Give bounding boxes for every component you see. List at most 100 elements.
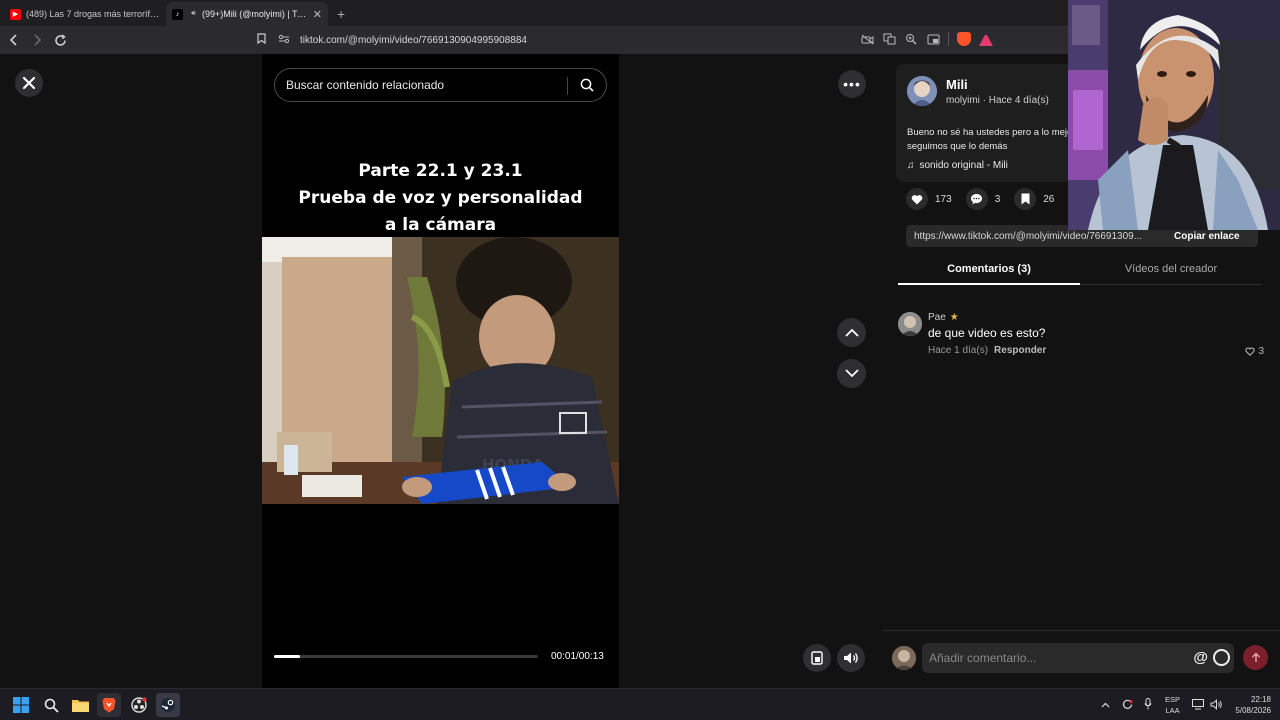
network-icon (1192, 698, 1206, 712)
comment-item: Pae ★ de que video es esto? Hace 1 día(s… (898, 312, 1264, 360)
mention-icon[interactable]: @ (1193, 649, 1208, 666)
reload-icon[interactable] (50, 30, 70, 50)
address-bar-actions (860, 32, 993, 46)
tiktok-icon: ♪ (172, 8, 183, 20)
url-text: tiktok.com/@molyimi/video/76691309049959… (300, 34, 527, 46)
comment-like-button[interactable]: 3 (1245, 346, 1264, 357)
comment-text: de que video es esto? (928, 326, 1046, 340)
site-info-icon[interactable] (278, 34, 294, 47)
previous-video-button[interactable] (837, 318, 866, 347)
picture-in-picture-icon[interactable] (926, 32, 940, 46)
floating-player-button[interactable] (803, 644, 831, 672)
zoom-icon[interactable] (904, 32, 918, 46)
windows-start-icon[interactable] (9, 693, 33, 717)
comment-icon (965, 188, 988, 210)
close-tab-icon[interactable]: ✕ (313, 8, 322, 21)
tab-title: (489) Las 7 drogas más terroríficas del (26, 9, 160, 19)
taskbar-clock[interactable]: 22:18 5/08/2026 (1229, 694, 1271, 716)
divider (882, 630, 1280, 631)
obs-icon[interactable] (127, 693, 151, 717)
volume-button[interactable] (837, 644, 865, 672)
more-options-button[interactable]: ••• (838, 70, 866, 98)
engagement-stats: 173 3 26 (906, 188, 1068, 210)
comment-footer: Hace 1 día(s) Responder (928, 345, 1046, 356)
bookmark-icon (1014, 188, 1037, 210)
quick-settings[interactable] (1192, 689, 1226, 720)
comment-time: Hace 1 día(s) (928, 345, 989, 356)
forward-icon[interactable] (27, 30, 47, 50)
translate-icon[interactable] (882, 32, 896, 46)
search-icon[interactable] (580, 78, 594, 92)
save-button[interactable]: 26 (1014, 188, 1054, 210)
search-placeholder: Buscar contenido relacionado (286, 78, 445, 92)
browser-tab-tiktok[interactable]: ♪ 🔊︎ (99+)Mili (@molyimi) | TikTok ✕ (166, 2, 328, 26)
chevron-down-icon (844, 369, 859, 378)
keyboard-language[interactable]: ESP LAA (1165, 694, 1180, 716)
divider (567, 77, 568, 95)
creator-meta: molyimi · Hace 4 día(s) (946, 95, 1049, 106)
creator-avatar[interactable] (907, 76, 937, 106)
new-tab-button[interactable]: + (328, 2, 354, 26)
microphone-icon[interactable] (1139, 698, 1157, 712)
video-progress-fill (274, 655, 301, 658)
video-link[interactable]: https://www.tiktok.com/@molyimi/video/76… (914, 231, 1166, 242)
speaker-icon[interactable]: 🔊︎ (188, 9, 199, 20)
like-count: 173 (935, 193, 952, 205)
tab-creator-videos[interactable]: Vídeos del creador (1080, 258, 1262, 284)
emoji-icon[interactable] (1213, 649, 1230, 666)
file-explorer-icon[interactable] (68, 693, 92, 717)
my-avatar (892, 646, 916, 670)
sound-link[interactable]: ♫ sonido original - Mili (907, 160, 1008, 171)
brave-browser-icon[interactable] (97, 693, 121, 717)
chevron-up-icon (844, 328, 859, 337)
video-caption-overlay: Parte 22.1 y 23.1 Prueba de voz y person… (262, 158, 619, 239)
caption-line: Prueba de voz y personalidad (298, 188, 583, 208)
brave-shields-icon[interactable] (957, 32, 971, 46)
star-badge-icon: ★ (949, 312, 959, 323)
creator-name[interactable]: Mili (946, 77, 968, 92)
reply-button[interactable]: Responder (994, 345, 1046, 356)
sync-icon[interactable] (1118, 699, 1136, 712)
divider (948, 32, 949, 46)
speaker-icon (1210, 698, 1226, 712)
tab-comments[interactable]: Comentarios (3) (898, 258, 1080, 285)
next-video-button[interactable] (837, 359, 866, 388)
chevron-up-icon[interactable] (1098, 701, 1112, 710)
windows-taskbar: ESP LAA 22:18 5/08/2026 (0, 688, 1280, 720)
browser-tab-youtube[interactable]: ▶ (489) Las 7 drogas más terroríficas de… (4, 2, 166, 26)
mini-player-icon (811, 651, 823, 665)
search-icon[interactable] (39, 693, 63, 717)
post-comment-button[interactable] (1243, 645, 1268, 670)
video-frame: HONDA (262, 237, 619, 504)
comment-button[interactable]: 3 (965, 188, 1001, 210)
panel-tabs: Comentarios (3) Vídeos del creador (898, 258, 1262, 285)
tab-title: (99+)Mili (@molyimi) | TikTok (202, 9, 308, 19)
youtube-icon: ▶ (10, 8, 21, 20)
comment-like-count: 3 (1258, 346, 1264, 357)
brave-rewards-icon[interactable] (979, 32, 993, 46)
commenter-avatar[interactable] (898, 312, 922, 336)
heart-icon (906, 188, 928, 210)
bookmark-icon[interactable] (252, 33, 270, 47)
video-progress-bar[interactable] (274, 655, 538, 658)
like-button[interactable]: 173 (906, 188, 952, 210)
caption-line: Parte 22.1 y 23.1 (358, 161, 523, 181)
back-icon[interactable] (4, 30, 24, 50)
webcam-overlay (1068, 0, 1280, 230)
close-video-button[interactable] (15, 69, 43, 97)
arrow-up-icon (1251, 652, 1260, 662)
video-timecode: 00:01/00:13 (551, 651, 604, 662)
camera-blocked-icon[interactable] (860, 32, 874, 46)
system-tray (1098, 689, 1157, 720)
related-search-input[interactable]: Buscar contenido relacionado (274, 68, 607, 102)
save-count: 26 (1043, 193, 1055, 205)
comment-count: 3 (994, 193, 1001, 205)
volume-icon (844, 652, 858, 664)
video-player[interactable]: Buscar contenido relacionado Parte 22.1 … (262, 54, 619, 688)
steam-icon[interactable] (156, 693, 180, 717)
sound-name: sonido original - Mili (919, 160, 1008, 171)
commenter-name[interactable]: Pae ★ (928, 312, 959, 323)
comment-input[interactable]: Añadir comentario... @ (922, 643, 1234, 673)
caption-line: a la cámara (384, 215, 497, 235)
copy-link-button[interactable]: Copiar enlace (1174, 231, 1240, 242)
